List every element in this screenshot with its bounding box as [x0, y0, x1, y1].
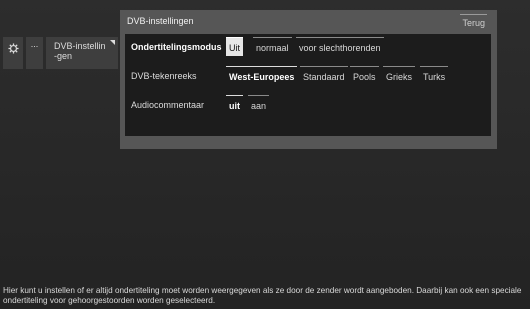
row-dvb-charset: DVB-tekenreeks West-Europees Standaard P… [125, 65, 491, 87]
breadcrumb-more-label: ... [30, 39, 39, 49]
corner-arrow-icon [110, 40, 115, 45]
row-subtitle-mode: Ondertitelingsmodus Uit normaal voor sle… [125, 36, 491, 58]
option-grieks[interactable]: Grieks [383, 66, 416, 85]
breadcrumb-current-label: DVB-instellin-gen [54, 41, 106, 61]
option-standaard[interactable]: Standaard [300, 66, 348, 85]
row-audio-commentary: Audiocommentaar uit aan [125, 94, 491, 116]
audio-commentary-label: Audiocommentaar [131, 100, 205, 110]
dvb-settings-dialog: DVB-instellingen Terug Ondertitelingsmod… [120, 10, 497, 149]
help-description: Hier kunt u instellen of er altijd onder… [3, 286, 522, 305]
option-west-europees[interactable]: West-Europees [226, 66, 298, 85]
back-button[interactable]: Terug [460, 14, 487, 28]
option-uit[interactable]: Uit [226, 37, 243, 56]
breadcrumb-settings[interactable] [3, 37, 23, 69]
breadcrumb-dvb-settings[interactable]: DVB-instellin-gen [46, 37, 118, 69]
gear-icon [7, 43, 19, 54]
option-pools[interactable]: Pools [350, 66, 379, 85]
dvb-charset-label: DVB-tekenreeks [131, 71, 197, 81]
breadcrumb: ... DVB-instellin-gen [3, 37, 118, 69]
option-normaal[interactable]: normaal [253, 37, 292, 56]
option-audio-aan[interactable]: aan [248, 95, 270, 114]
breadcrumb-more[interactable]: ... [26, 37, 43, 69]
option-voor-slechthorenden[interactable]: voor slechthorenden [296, 37, 384, 56]
option-turks[interactable]: Turks [420, 66, 449, 85]
tv-screen: ... DVB-instellin-gen DVB-instellingen T… [0, 0, 530, 309]
dialog-header: DVB-instellingen Terug [120, 10, 497, 34]
option-audio-uit[interactable]: uit [226, 95, 243, 114]
subtitle-mode-label: Ondertitelingsmodus [131, 42, 222, 52]
dialog-title: DVB-instellingen [127, 16, 194, 26]
settings-panel: Ondertitelingsmodus Uit normaal voor sle… [125, 34, 491, 136]
